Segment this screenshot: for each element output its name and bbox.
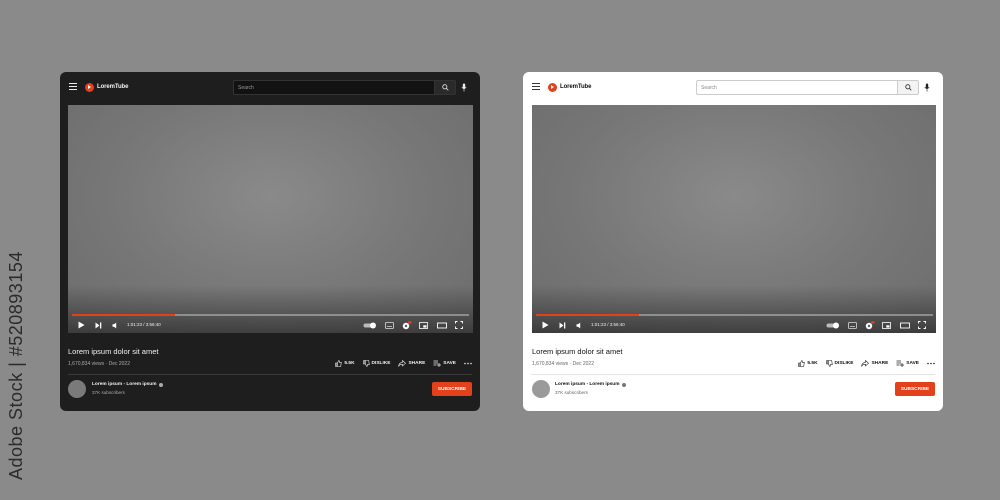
- logo[interactable]: LoremTube: [85, 82, 128, 92]
- volume-icon[interactable]: [576, 320, 583, 330]
- play-icon[interactable]: [78, 320, 85, 330]
- progress-fill: [536, 314, 640, 316]
- subscriber-count: 37K subscribers: [555, 390, 588, 395]
- logo-icon: [85, 82, 94, 92]
- menu-icon[interactable]: [532, 83, 540, 90]
- more-icon[interactable]: [464, 362, 472, 365]
- verified-icon: [158, 382, 163, 387]
- time-display: 1:01:23 / 3:56:40: [591, 322, 625, 327]
- divider: [68, 374, 472, 375]
- channel-name-row[interactable]: Lorem ipsum - Lorem ipsum: [555, 382, 626, 387]
- logo-text: LoremTube: [97, 84, 129, 90]
- search-icon: [904, 84, 912, 91]
- mic-icon[interactable]: [461, 83, 467, 92]
- save-icon: [433, 360, 442, 367]
- dislike-icon: [362, 360, 370, 367]
- share-label: SHARE: [408, 361, 426, 366]
- mic-icon[interactable]: [924, 83, 930, 92]
- progress-bar[interactable]: [72, 314, 469, 316]
- more-icon[interactable]: [927, 362, 935, 365]
- autoplay-toggle[interactable]: [363, 320, 377, 330]
- save-label: SAVE: [906, 361, 919, 366]
- save-button[interactable]: SAVE: [433, 360, 456, 367]
- subscribe-button[interactable]: SUBSCRIBE: [432, 382, 472, 396]
- video-area[interactable]: 1:01:23 / 3:56:40: [68, 105, 473, 333]
- search-input[interactable]: [233, 80, 434, 95]
- dislike-label: DISLIKE: [371, 361, 391, 366]
- dark-theme-player: LoremTube 1:01:23 / 3:56:40: [60, 72, 480, 411]
- dislike-button[interactable]: DISLIKE: [362, 360, 391, 367]
- dislike-button[interactable]: DISLIKE: [825, 360, 854, 367]
- video-area[interactable]: 1:01:23 / 3:56:40: [532, 105, 936, 333]
- like-count: 5.5K: [807, 361, 818, 366]
- video-meta: 1,670,834 views · Dec 2022: [68, 361, 130, 367]
- search-button[interactable]: [897, 80, 919, 95]
- video-title: Lorem ipsum dolor sit amet: [68, 347, 159, 356]
- divider: [531, 374, 935, 375]
- autoplay-toggle[interactable]: [826, 320, 840, 330]
- like-button[interactable]: 5.5K: [798, 360, 818, 367]
- action-bar: 5.5K DISLIKE SHARE SAVE: [798, 360, 935, 367]
- subtitles-icon[interactable]: [385, 320, 394, 330]
- logo[interactable]: LoremTube: [548, 82, 591, 92]
- action-bar: 5.5K DISLIKE SHARE SAVE: [335, 360, 472, 367]
- subscriber-count: 37K subscribers: [92, 390, 125, 395]
- fullscreen-icon[interactable]: [455, 320, 463, 330]
- theater-icon[interactable]: [437, 320, 447, 330]
- time-display: 1:01:23 / 3:56:40: [127, 322, 161, 327]
- search-button[interactable]: [434, 80, 456, 95]
- dislike-icon: [825, 360, 833, 367]
- channel-avatar[interactable]: [68, 380, 86, 398]
- save-icon: [896, 360, 905, 367]
- play-icon[interactable]: [542, 320, 549, 330]
- share-icon: [861, 360, 870, 367]
- share-icon: [398, 360, 407, 367]
- dislike-label: DISLIKE: [834, 361, 854, 366]
- save-label: SAVE: [443, 361, 456, 366]
- fullscreen-icon[interactable]: [918, 320, 926, 330]
- top-bar: LoremTube: [523, 72, 943, 102]
- next-icon[interactable]: [95, 320, 102, 330]
- settings-icon[interactable]: [402, 320, 412, 330]
- logo-icon: [548, 82, 557, 92]
- menu-icon[interactable]: [69, 83, 77, 90]
- progress-fill: [72, 314, 176, 316]
- search-bar: [233, 80, 456, 95]
- search-bar: [696, 80, 919, 95]
- like-icon: [798, 360, 806, 367]
- progress-bar[interactable]: [536, 314, 933, 316]
- share-label: SHARE: [871, 361, 889, 366]
- like-button[interactable]: 5.5K: [335, 360, 355, 367]
- watermark-text: Adobe Stock | #520893154: [6, 251, 26, 480]
- video-title: Lorem ipsum dolor sit amet: [532, 347, 623, 356]
- logo-text: LoremTube: [560, 84, 592, 90]
- volume-icon[interactable]: [112, 320, 119, 330]
- light-theme-player: LoremTube 1:01:23 / 3:56:40: [523, 72, 943, 411]
- next-icon[interactable]: [559, 320, 566, 330]
- like-icon: [335, 360, 343, 367]
- theater-icon[interactable]: [900, 320, 910, 330]
- top-bar: LoremTube: [60, 72, 480, 102]
- channel-name-row[interactable]: Lorem ipsum - Lorem ipsum: [92, 382, 163, 387]
- like-count: 5.5K: [344, 361, 355, 366]
- verified-icon: [621, 382, 626, 387]
- share-button[interactable]: SHARE: [861, 360, 888, 367]
- channel-name: Lorem ipsum - Lorem ipsum: [555, 382, 620, 387]
- search-input[interactable]: [696, 80, 897, 95]
- miniplayer-icon[interactable]: [882, 320, 891, 330]
- video-meta: 1,670,834 views · Dec 2022: [532, 361, 594, 367]
- channel-avatar[interactable]: [532, 380, 550, 398]
- settings-icon[interactable]: [865, 320, 875, 330]
- subtitles-icon[interactable]: [848, 320, 857, 330]
- channel-name: Lorem ipsum - Lorem ipsum: [92, 382, 157, 387]
- subscribe-button[interactable]: SUBSCRIBE: [895, 382, 935, 396]
- share-button[interactable]: SHARE: [398, 360, 425, 367]
- search-icon: [441, 84, 449, 91]
- save-button[interactable]: SAVE: [896, 360, 919, 367]
- miniplayer-icon[interactable]: [419, 320, 428, 330]
